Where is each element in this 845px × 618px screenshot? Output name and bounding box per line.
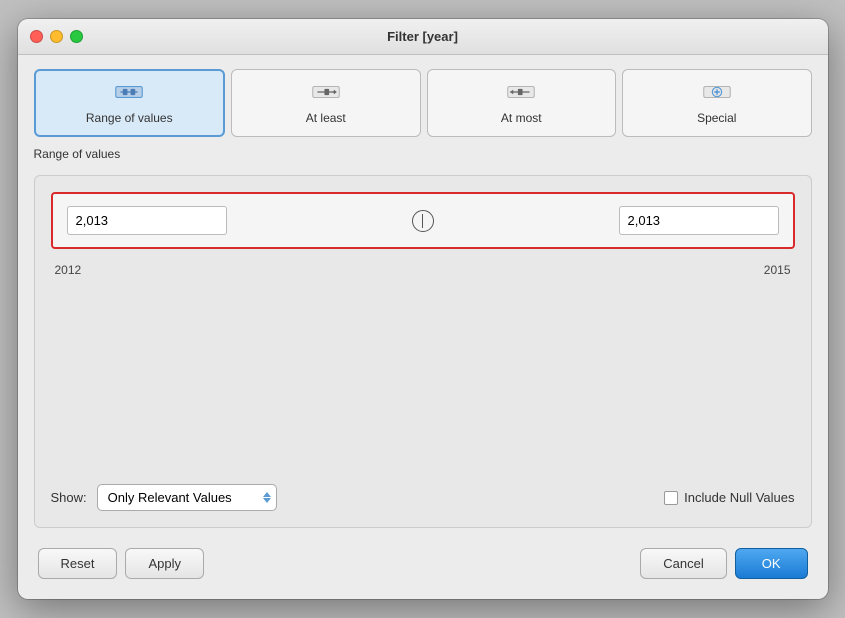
range-inputs-container	[51, 192, 795, 249]
scale-min: 2012	[55, 263, 82, 277]
show-select[interactable]: Only Relevant Values All Values Custom V…	[97, 484, 277, 511]
title-bar: Filter [year]	[18, 19, 828, 55]
tab-at-least-label: At least	[306, 111, 346, 125]
null-values-label: Include Null Values	[684, 490, 794, 505]
tabs-container: Range of values At least	[34, 69, 812, 137]
tab-range-label: Range of values	[86, 111, 173, 125]
cancel-button[interactable]: Cancel	[640, 548, 726, 579]
max-value-input[interactable]	[619, 206, 779, 235]
content-spacer	[51, 291, 795, 462]
reset-button[interactable]: Reset	[38, 548, 118, 579]
show-select-wrapper: Only Relevant Values All Values Custom V…	[97, 484, 277, 511]
null-values-checkbox[interactable]	[664, 491, 678, 505]
window-title: Filter [year]	[387, 29, 458, 44]
show-row: Show: Only Relevant Values All Values Cu…	[51, 484, 795, 511]
tab-at-most-label: At most	[501, 111, 542, 125]
at-most-icon	[507, 82, 535, 106]
apply-button[interactable]: Apply	[125, 548, 204, 579]
special-icon	[703, 82, 731, 106]
section-label: Range of values	[34, 147, 812, 161]
tab-at-least[interactable]: At least	[231, 69, 421, 137]
show-label: Show:	[51, 490, 87, 505]
min-value-input[interactable]	[67, 206, 227, 235]
bottom-bar: Reset Apply Cancel OK	[34, 538, 812, 585]
tab-special[interactable]: Special	[622, 69, 812, 137]
range-icon	[115, 82, 143, 106]
traffic-lights	[30, 30, 83, 43]
at-least-icon	[312, 82, 340, 106]
maximize-button[interactable]	[70, 30, 83, 43]
filter-dialog: Filter [year] Range of values	[18, 19, 828, 599]
window-content: Range of values At least	[18, 55, 828, 599]
scale-row: 2012 2015	[51, 263, 795, 277]
ok-button[interactable]: OK	[735, 548, 808, 579]
minimize-button[interactable]	[50, 30, 63, 43]
content-area: 2012 2015 Show: Only Relevant Values All…	[34, 175, 812, 528]
tab-at-most[interactable]: At most	[427, 69, 617, 137]
close-button[interactable]	[30, 30, 43, 43]
tab-range-of-values[interactable]: Range of values	[34, 69, 226, 137]
tab-special-label: Special	[697, 111, 736, 125]
range-separator	[227, 209, 619, 233]
null-values-container: Include Null Values	[664, 490, 794, 505]
scale-max: 2015	[764, 263, 791, 277]
range-slider-icon	[411, 209, 435, 233]
